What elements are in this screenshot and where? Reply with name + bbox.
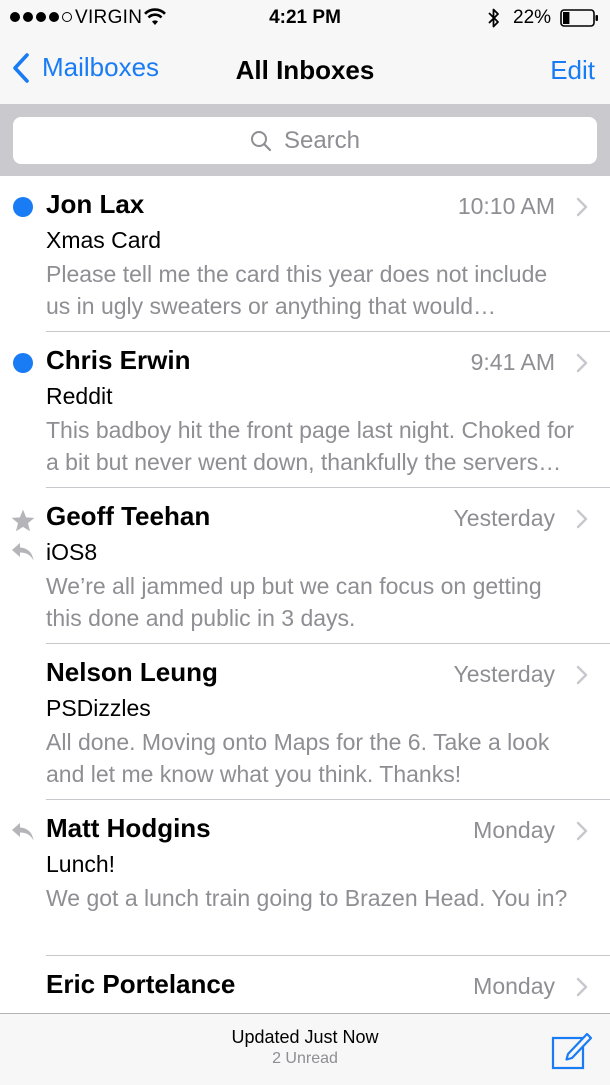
message-subject: PSDizzles — [46, 695, 151, 721]
star-icon — [11, 509, 35, 532]
message-row[interactable]: Chris Erwin 9:41 AM Reddit This badboy h… — [0, 332, 610, 488]
unread-indicator — [13, 353, 33, 373]
search-input[interactable]: Search — [13, 117, 597, 164]
message-subject: Lunch! — [46, 851, 116, 877]
battery-percentage: 22% — [513, 7, 552, 28]
message-row[interactable]: Jon Lax 10:10 AM Xmas Card Please tell m… — [0, 176, 610, 332]
message-sender: Jon Lax — [46, 189, 145, 219]
chevron-right-icon — [576, 197, 588, 217]
unread-count: 2 Unread — [272, 1050, 338, 1067]
reply-arrow-icon — [12, 823, 34, 841]
message-sender: Geoff Teehan — [46, 501, 211, 531]
message-date: Monday — [473, 973, 555, 999]
message-date: Yesterday — [453, 505, 555, 531]
chevron-right-icon — [576, 353, 588, 373]
bluetooth-icon — [487, 7, 501, 35]
message-preview: All done. Moving onto Maps for the 6. Ta… — [46, 729, 550, 787]
chevron-right-icon — [576, 665, 588, 685]
message-subject: Reddit — [46, 383, 113, 409]
message-subject: iOS8 — [46, 539, 98, 565]
message-sender: Eric Portelance — [46, 969, 236, 999]
page-title: All Inboxes — [235, 55, 375, 85]
message-date: 10:10 AM — [457, 193, 555, 219]
edit-button[interactable]: Edit — [550, 55, 595, 86]
message-row[interactable]: Nelson Leung Yesterday PSDizzles All don… — [0, 644, 610, 800]
search-bar: Search — [0, 104, 610, 176]
message-date: Monday — [473, 817, 555, 843]
message-row[interactable]: Eric Portelance Monday — [0, 956, 610, 1013]
message-sender: Matt Hodgins — [46, 813, 211, 843]
status-bar: VIRGIN 4:21 PM 22% — [0, 0, 610, 36]
battery-icon — [560, 9, 600, 27]
message-list: Jon Lax 10:10 AM Xmas Card Please tell m… — [0, 176, 610, 1013]
message-date: 9:41 AM — [470, 349, 555, 375]
search-icon — [250, 130, 272, 151]
message-date: Yesterday — [453, 661, 555, 687]
message-preview: We got a lunch train going to Brazen Hea… — [46, 885, 568, 911]
compose-icon[interactable] — [551, 1030, 593, 1070]
message-sender: Chris Erwin — [46, 345, 191, 375]
message-preview: Please tell me the card this year does n… — [46, 261, 548, 319]
message-row[interactable]: Geoff Teehan Yesterday iOS8 We’re all ja… — [0, 488, 610, 644]
bottom-toolbar: Updated Just Now 2 Unread — [0, 1013, 610, 1085]
message-preview: This badboy hit the front page last nigh… — [46, 417, 575, 475]
message-sender: Nelson Leung — [46, 657, 218, 687]
message-preview: We’re all jammed up but we can focus on … — [46, 573, 542, 631]
chevron-right-icon — [576, 977, 588, 997]
update-status: Updated Just Now — [231, 1027, 379, 1047]
chevron-right-icon — [576, 509, 588, 529]
message-subject: Xmas Card — [46, 227, 162, 253]
reply-arrow-icon — [12, 543, 34, 561]
navigation-bar: Mailboxes All Inboxes Edit — [0, 36, 610, 104]
message-row[interactable]: Matt Hodgins Monday Lunch! We got a lunc… — [0, 800, 610, 956]
chevron-right-icon — [576, 821, 588, 841]
search-placeholder: Search — [283, 126, 361, 154]
unread-indicator — [13, 197, 33, 217]
